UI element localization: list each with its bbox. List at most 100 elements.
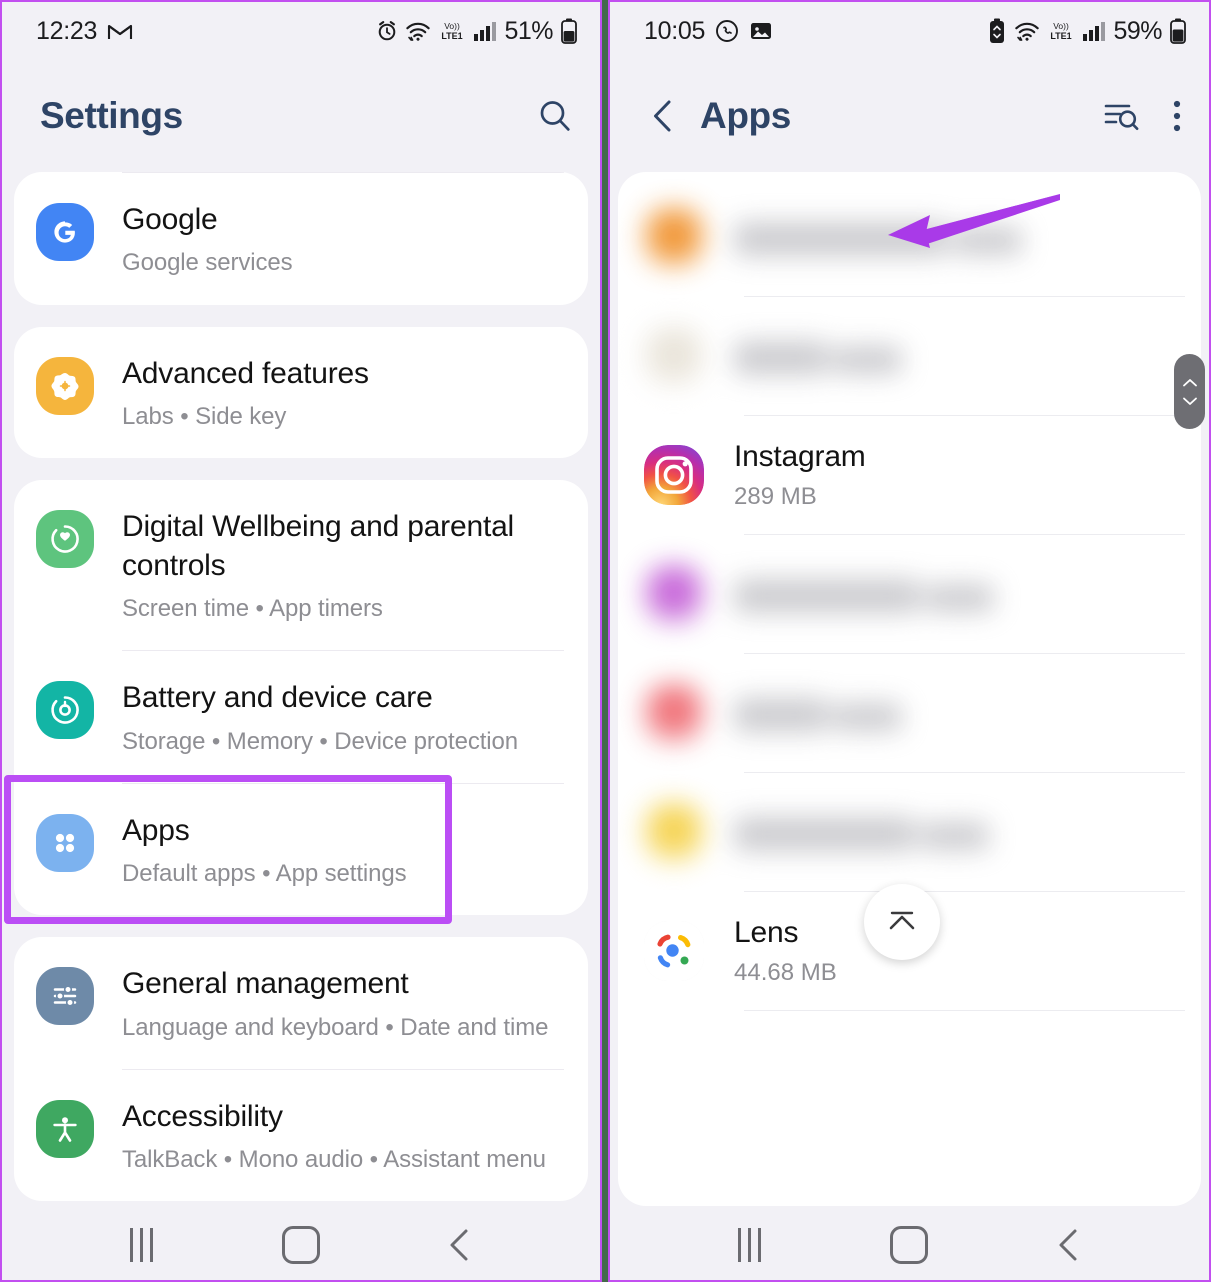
back-chevron-icon[interactable] [648,97,678,135]
header-actions [536,97,574,135]
icon-slot [36,510,94,569]
app-text: Redacted App 00 MB [734,575,994,613]
app-name: Hidden [734,698,828,732]
list-item[interactable]: Hidden 00 MB [618,654,1201,772]
accessibility-icon [36,1099,94,1158]
list-item[interactable]: Redacted App 00 MB [618,535,1201,653]
settings-item-battery-device-care[interactable]: Battery and device care Storage • Memory… [14,651,588,783]
item-subtitle: Labs • Side key [122,402,287,430]
apps-grid-icon [36,813,94,872]
item-subtitle: Google services [122,249,293,277]
settings-group: Digital Wellbeing and parental controls … [14,480,588,916]
volte-icon: Vo)) LTE1 [438,20,466,42]
icon-slot [36,681,94,740]
chevron-down-icon [1182,397,1197,405]
page-title: Settings [40,95,183,136]
item-text: Advanced features Labs • Side key [122,353,564,433]
digital-wellbeing-icon [36,510,94,569]
status-bar-left: 10:05 [644,17,773,46]
app-size: 00 MB [832,346,902,374]
app-text: Lens 44.68 MB [734,916,837,987]
list-item[interactable]: Redacted Name 00 MB [618,178,1201,296]
item-title: Battery and device care [122,681,433,715]
list-item[interactable]: Hidden Name 00 MB [618,773,1201,891]
icon-slot [36,813,94,872]
item-text: Battery and device care Storage • Memory… [122,677,564,757]
settings-item-accessibility[interactable]: Accessibility TalkBack • Mono audio • As… [14,1070,588,1202]
settings-item-general-management[interactable]: General management Language and keyboard… [14,937,588,1069]
app-text: Hidden 00 MB [734,337,902,375]
app-text: Instagram 289 MB [734,440,866,511]
app-icon [644,802,704,862]
gmail-icon [107,21,133,41]
instagram-icon [644,445,704,505]
settings-scroll-area[interactable]: Google Google services Advanced features… [2,172,600,1206]
svg-text:Vo)): Vo)) [1054,21,1070,31]
svg-text:LTE1: LTE1 [442,31,463,41]
app-name: Lens [734,915,799,949]
more-vertical-icon[interactable] [1171,97,1183,135]
item-text: Digital Wellbeing and parental controls … [122,506,564,624]
google-lens-icon [644,921,704,981]
item-subtitle: TalkBack • Mono audio • Assistant menu [122,1146,546,1174]
settings-item-digital-wellbeing[interactable]: Digital Wellbeing and parental controls … [14,480,588,650]
chevron-up-icon [1182,378,1197,386]
list-item-instagram[interactable]: Instagram 289 MB [618,416,1201,534]
item-subtitle: Screen time • App timers [122,594,383,622]
item-text: General management Language and keyboard… [122,963,564,1043]
item-text: Accessibility TalkBack • Mono audio • As… [122,1096,564,1176]
item-title: General management [122,967,409,1001]
app-text: Redacted Name 00 MB [734,218,1023,256]
scroll-to-top-button[interactable] [864,884,940,960]
settings-group: Advanced features Labs • Side key [14,326,588,459]
app-size: 00 MB [952,227,1023,255]
item-title: Apps [122,813,190,847]
sort-search-icon[interactable] [1101,98,1141,134]
scroll-to-top-icon [889,911,915,930]
battery-icon [1169,18,1187,44]
app-size: 289 MB [734,482,817,510]
app-name: Hidden Name [734,817,916,851]
item-title: Advanced features [122,356,369,390]
back-icon[interactable] [415,1215,505,1275]
signal-icon [473,20,497,42]
apps-scroll-area[interactable]: Redacted Name 00 MB Hidden 00 MB [610,172,1209,1206]
search-icon[interactable] [536,97,574,135]
recents-icon[interactable] [97,1215,187,1275]
scrollbar-thumb[interactable] [1174,354,1205,429]
icon-slot [36,203,94,261]
whatsapp-icon [715,19,739,43]
row-divider [744,1010,1185,1011]
app-icon [644,564,704,624]
volte-icon: Vo)) LTE1 [1047,20,1075,42]
battery-device-care-icon [36,681,94,740]
back-icon[interactable] [1024,1215,1114,1275]
app-text: Hidden 00 MB [734,694,902,732]
settings-group: General management Language and keyboard… [14,937,588,1202]
item-title: Digital Wellbeing and parental controls [122,510,515,582]
advanced-features-icon [36,356,94,415]
panel-divider [600,0,610,1282]
settings-item-advanced-features[interactable]: Advanced features Labs • Side key [14,327,588,459]
apps-header: Apps [610,60,1209,172]
app-icon [644,683,704,743]
app-size: 00 MB [924,584,994,612]
settings-item-apps[interactable]: Apps Default apps • App settings [14,784,588,916]
list-item[interactable]: Hidden 00 MB [618,297,1201,415]
recents-icon[interactable] [705,1215,795,1275]
status-bar-right: Vo)) LTE1 51% [376,17,578,46]
app-icon [644,326,704,386]
app-name: Redacted Name [734,222,949,256]
item-subtitle: Storage • Memory • Device protection [122,727,519,755]
battery-percent: 51% [504,16,553,45]
home-icon[interactable] [256,1215,346,1275]
alarm-icon [376,20,398,42]
left-nav-bar [2,1206,600,1280]
svg-text:LTE1: LTE1 [1051,31,1072,41]
app-text: Hidden Name 00 MB [734,813,990,851]
home-icon[interactable] [864,1215,954,1275]
settings-item-google[interactable]: Google Google services [14,173,588,305]
svg-text:Vo)): Vo)) [445,21,461,31]
item-title: Google [122,203,218,236]
battery-icon [560,18,578,44]
